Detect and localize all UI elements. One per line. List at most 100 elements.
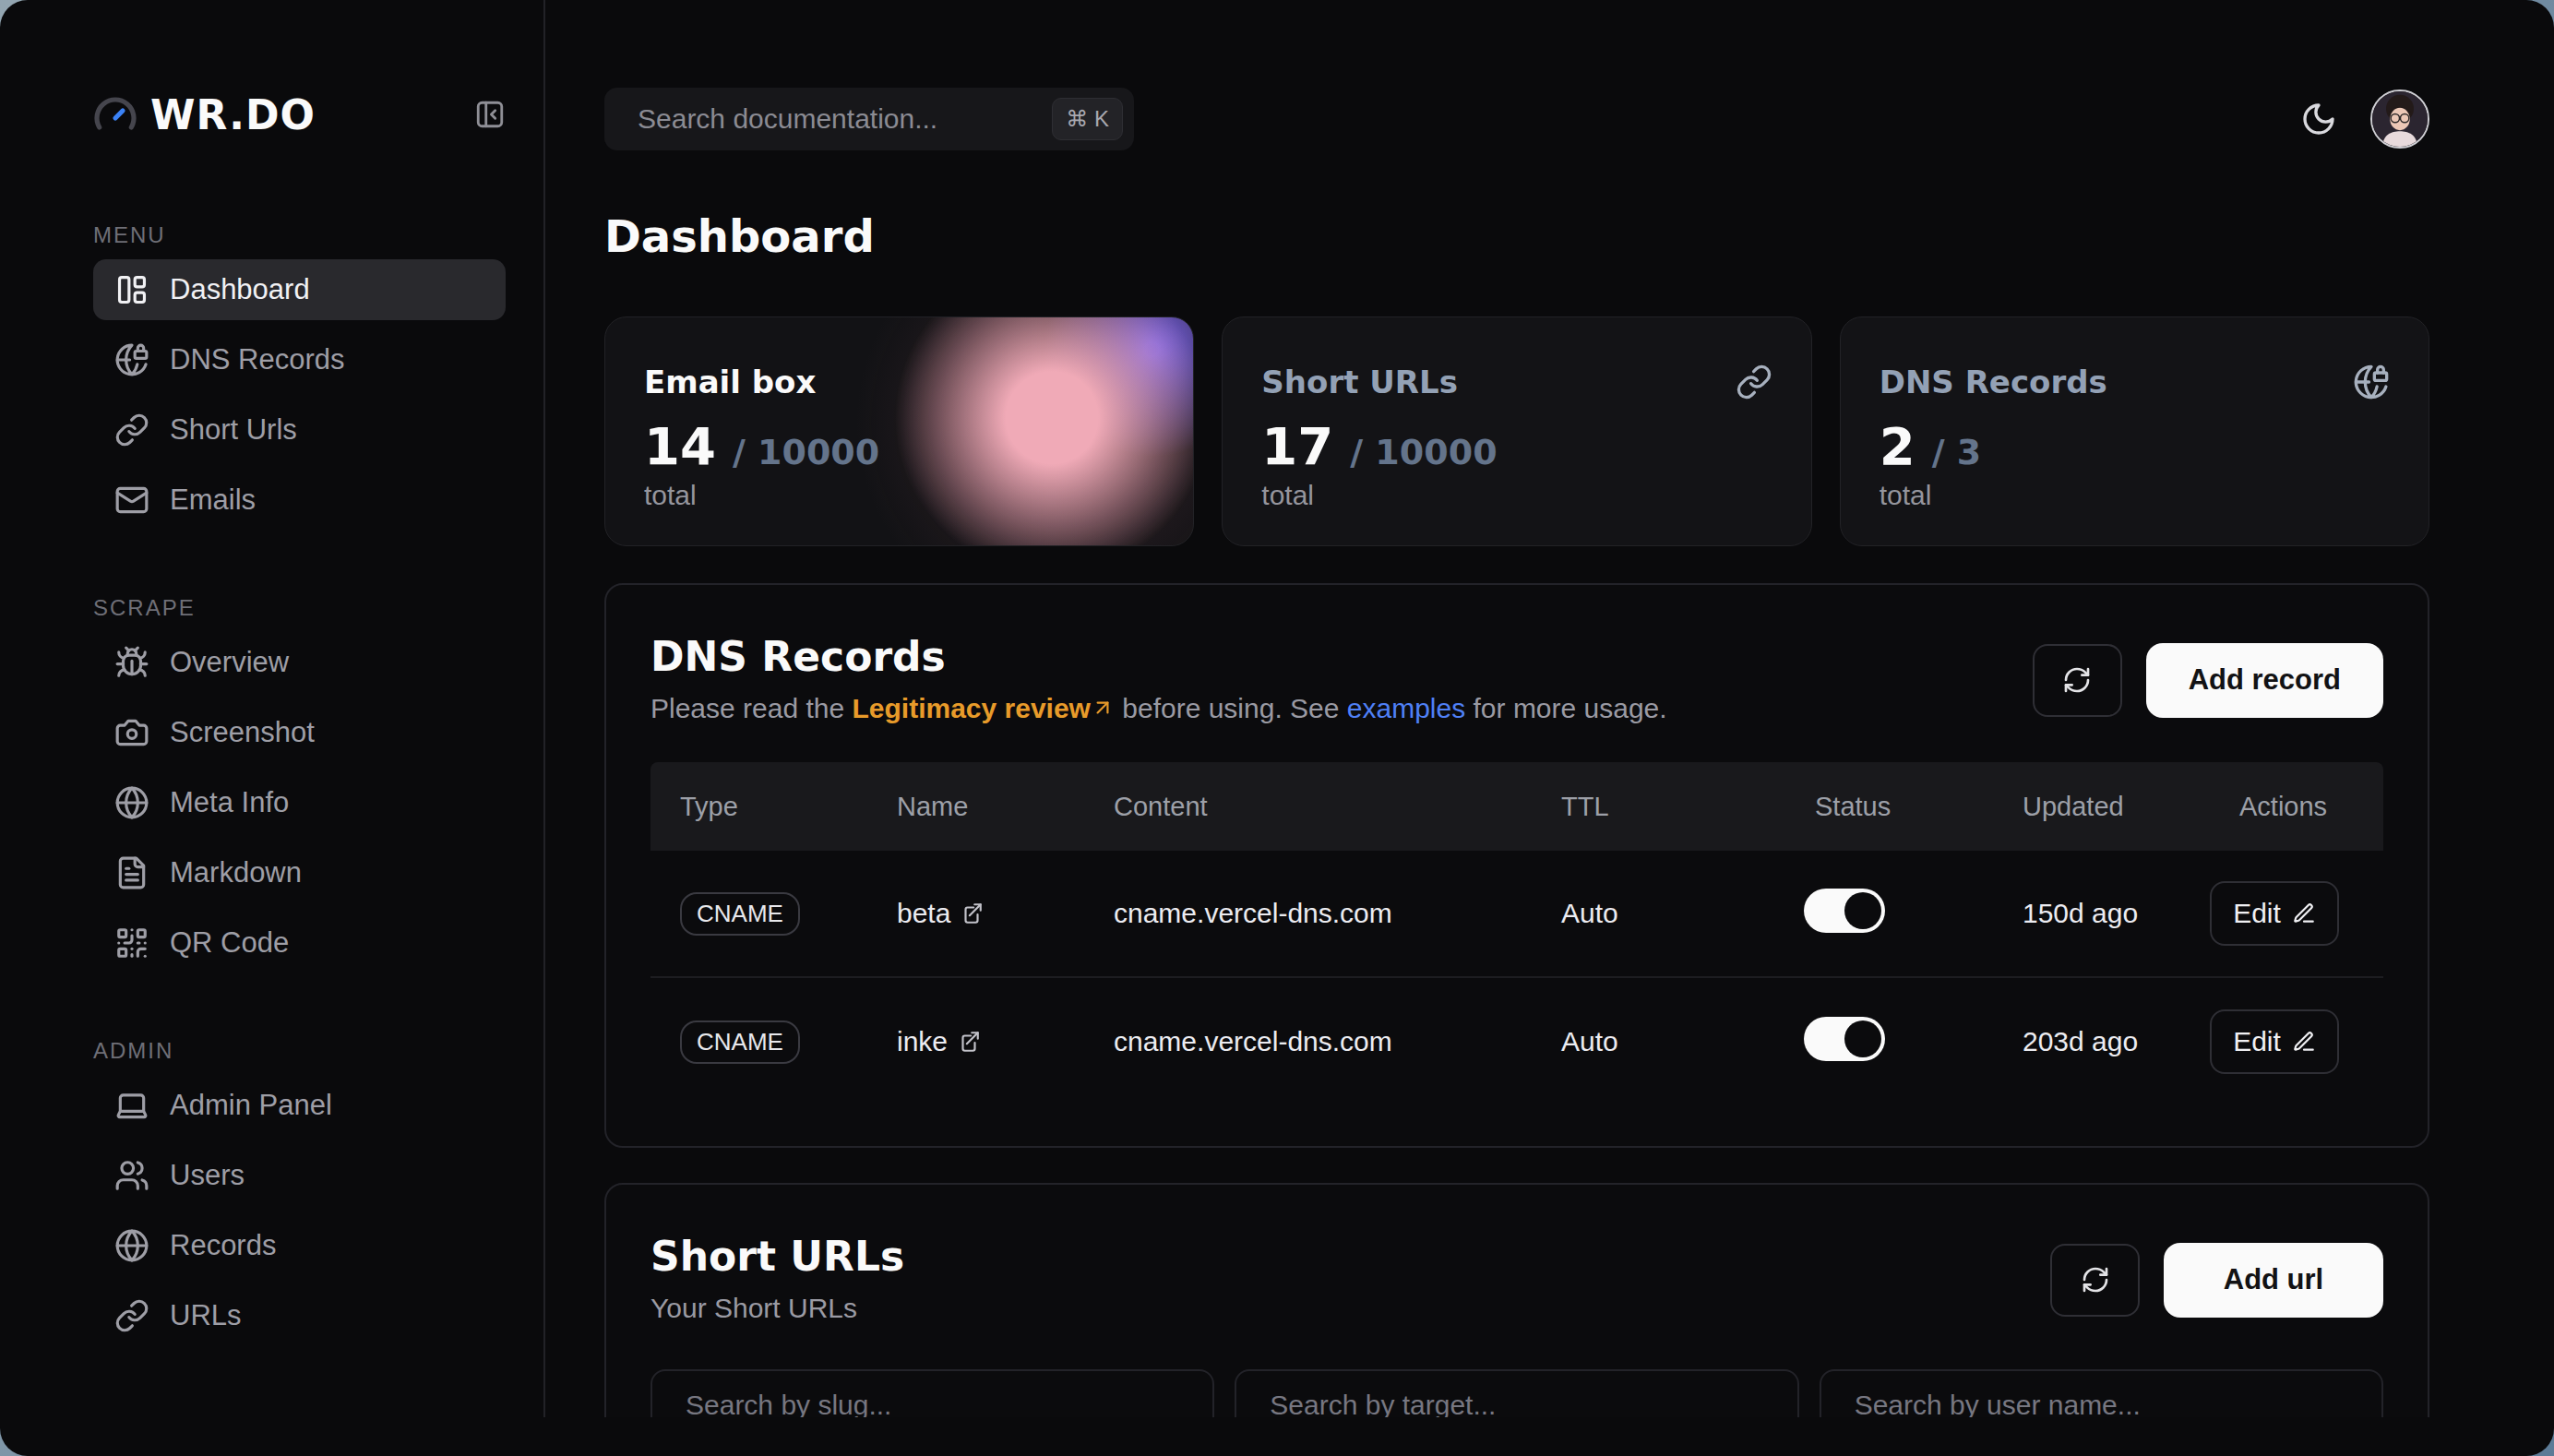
- record-type-badge: CNAME: [680, 892, 800, 936]
- short-urls-card: Short URLs Your Short URLs Add url Searc…: [604, 1183, 2429, 1417]
- sidebar-item-admin-panel[interactable]: Admin Panel: [93, 1075, 506, 1136]
- column-header-type: Type: [650, 792, 867, 822]
- short-urls-title: Short URLs: [650, 1233, 904, 1281]
- sidebar-item-dns-records[interactable]: DNS Records: [93, 329, 506, 390]
- sidebar-item-qr-code[interactable]: QR Code: [93, 913, 506, 973]
- legitimacy-review-link[interactable]: Legitimacy review: [852, 693, 1090, 723]
- short-urls-subtitle: Your Short URLs: [650, 1290, 904, 1327]
- sidebar-item-label: Meta Info: [170, 786, 289, 819]
- globe-icon: [114, 785, 149, 820]
- pencil-icon: [2292, 1030, 2316, 1054]
- record-ttl: Auto: [1532, 1026, 1785, 1057]
- column-header-actions: Actions: [2210, 792, 2385, 822]
- search-placeholder: Search documentation...: [638, 103, 1052, 135]
- avatar-image: [2372, 91, 2428, 147]
- sidebar-section-scrape: SCRAPE: [93, 595, 506, 621]
- edit-button[interactable]: Edit: [2210, 881, 2339, 946]
- refresh-button[interactable]: [2033, 644, 2122, 717]
- link-icon: [1736, 364, 1772, 400]
- sidebar-item-label: Overview: [170, 646, 289, 679]
- sidebar-item-users[interactable]: Users: [93, 1145, 506, 1206]
- stat-caption: total: [1261, 480, 1772, 511]
- table-row: CNAME inke cname.vercel-dns.com Auto 203…: [650, 978, 2383, 1105]
- sidebar-item-meta-info[interactable]: Meta Info: [93, 772, 506, 833]
- avatar[interactable]: [2370, 90, 2429, 149]
- stat-value: 14: [644, 419, 716, 474]
- add-record-button[interactable]: Add record: [2146, 643, 2383, 718]
- page-title: Dashboard: [604, 212, 2429, 260]
- users-icon: [114, 1158, 149, 1193]
- column-header-status: Status: [1785, 792, 1993, 822]
- sidebar-item-label: DNS Records: [170, 343, 345, 376]
- stat-limit: / 10000: [733, 432, 879, 472]
- search-by-user-name-input[interactable]: Search by user name...: [1820, 1369, 2383, 1417]
- app-window: WR.DO MENU Dashboard DNS Records Short U…: [0, 0, 2554, 1456]
- sidebar-section-menu: MENU: [93, 222, 506, 248]
- globe-icon: [114, 1228, 149, 1263]
- record-content: cname.vercel-dns.com: [1084, 898, 1532, 929]
- sidebar-item-overview[interactable]: Overview: [93, 632, 506, 693]
- subtitle-text: for more usage.: [1465, 693, 1666, 723]
- panel-left-close-icon[interactable]: [474, 99, 506, 130]
- stat-cards: Email box 14 / 10000 total Short URLs 17…: [604, 316, 2429, 546]
- sidebar-item-markdown[interactable]: Markdown: [93, 842, 506, 903]
- sidebar-item-label: URLs: [170, 1299, 242, 1332]
- dns-card-subtitle: Please read the Legitimacy review before…: [650, 690, 1667, 727]
- search-input[interactable]: Search documentation... ⌘ K: [604, 88, 1134, 150]
- main-content: Search documentation... ⌘ K Dashboard: [545, 0, 2554, 1417]
- dns-table: Type Name Content TTL Status Updated Act…: [650, 762, 2383, 1105]
- stat-value: 2: [1880, 419, 1916, 474]
- stat-limit: / 10000: [1350, 432, 1497, 472]
- record-name: inke: [897, 1026, 948, 1057]
- logo: WR.DO: [93, 87, 506, 142]
- external-link-icon[interactable]: [960, 901, 984, 925]
- sidebar-item-label: Short Urls: [170, 413, 297, 447]
- sidebar-item-dashboard[interactable]: Dashboard: [93, 259, 506, 320]
- column-header-updated: Updated: [1993, 792, 2210, 822]
- external-link-icon[interactable]: [957, 1030, 981, 1054]
- refresh-icon: [2081, 1265, 2110, 1295]
- logo-text: WR.DO: [150, 91, 316, 138]
- record-type-badge: CNAME: [680, 1020, 800, 1064]
- status-toggle[interactable]: [1804, 1017, 1885, 1061]
- edit-label: Edit: [2233, 1026, 2281, 1057]
- stat-card-email-box: Email box 14 / 10000 total: [604, 316, 1194, 546]
- camera-icon: [114, 715, 149, 750]
- refresh-button[interactable]: [2050, 1244, 2140, 1317]
- examples-link[interactable]: examples: [1347, 693, 1465, 723]
- topbar: Search documentation... ⌘ K: [604, 88, 2429, 150]
- status-toggle[interactable]: [1804, 889, 1885, 933]
- add-url-button[interactable]: Add url: [2164, 1243, 2383, 1318]
- stat-card-dns-records: DNS Records 2 / 3 total: [1840, 316, 2429, 546]
- keyboard-shortcut-badge: ⌘ K: [1052, 98, 1123, 140]
- edit-button[interactable]: Edit: [2210, 1009, 2339, 1074]
- file-text-icon: [114, 855, 149, 890]
- sidebar-item-urls[interactable]: URLs: [93, 1285, 506, 1346]
- sidebar-item-label: Emails: [170, 483, 256, 517]
- sidebar-item-label: Markdown: [170, 856, 302, 889]
- gauge-logo-icon: [93, 92, 137, 137]
- search-by-target-input[interactable]: Search by target...: [1235, 1369, 1798, 1417]
- sidebar-item-records[interactable]: Records: [93, 1215, 506, 1276]
- moon-icon[interactable]: [2300, 101, 2337, 137]
- stat-caption: total: [644, 480, 1154, 511]
- stat-title: Email box: [644, 364, 816, 400]
- stat-caption: total: [1880, 480, 2390, 511]
- search-by-slug-input[interactable]: Search by slug...: [650, 1369, 1214, 1417]
- sidebar-item-label: QR Code: [170, 926, 289, 960]
- bug-icon: [114, 645, 149, 680]
- stat-limit: / 3: [1932, 432, 1982, 472]
- stat-value: 17: [1261, 419, 1333, 474]
- refresh-icon: [2062, 665, 2092, 695]
- link-icon: [114, 1298, 149, 1333]
- sidebar-item-screenshot[interactable]: Screenshot: [93, 702, 506, 763]
- layout-dashboard-icon: [114, 272, 149, 307]
- pencil-icon: [2292, 901, 2316, 925]
- sidebar-item-short-urls[interactable]: Short Urls: [93, 400, 506, 460]
- sidebar-item-label: Dashboard: [170, 273, 310, 306]
- stat-title: Short URLs: [1261, 364, 1458, 400]
- record-name: beta: [897, 898, 950, 929]
- globe-lock-icon: [114, 342, 149, 377]
- sidebar-item-label: Screenshot: [170, 716, 315, 749]
- sidebar-item-emails[interactable]: Emails: [93, 470, 506, 531]
